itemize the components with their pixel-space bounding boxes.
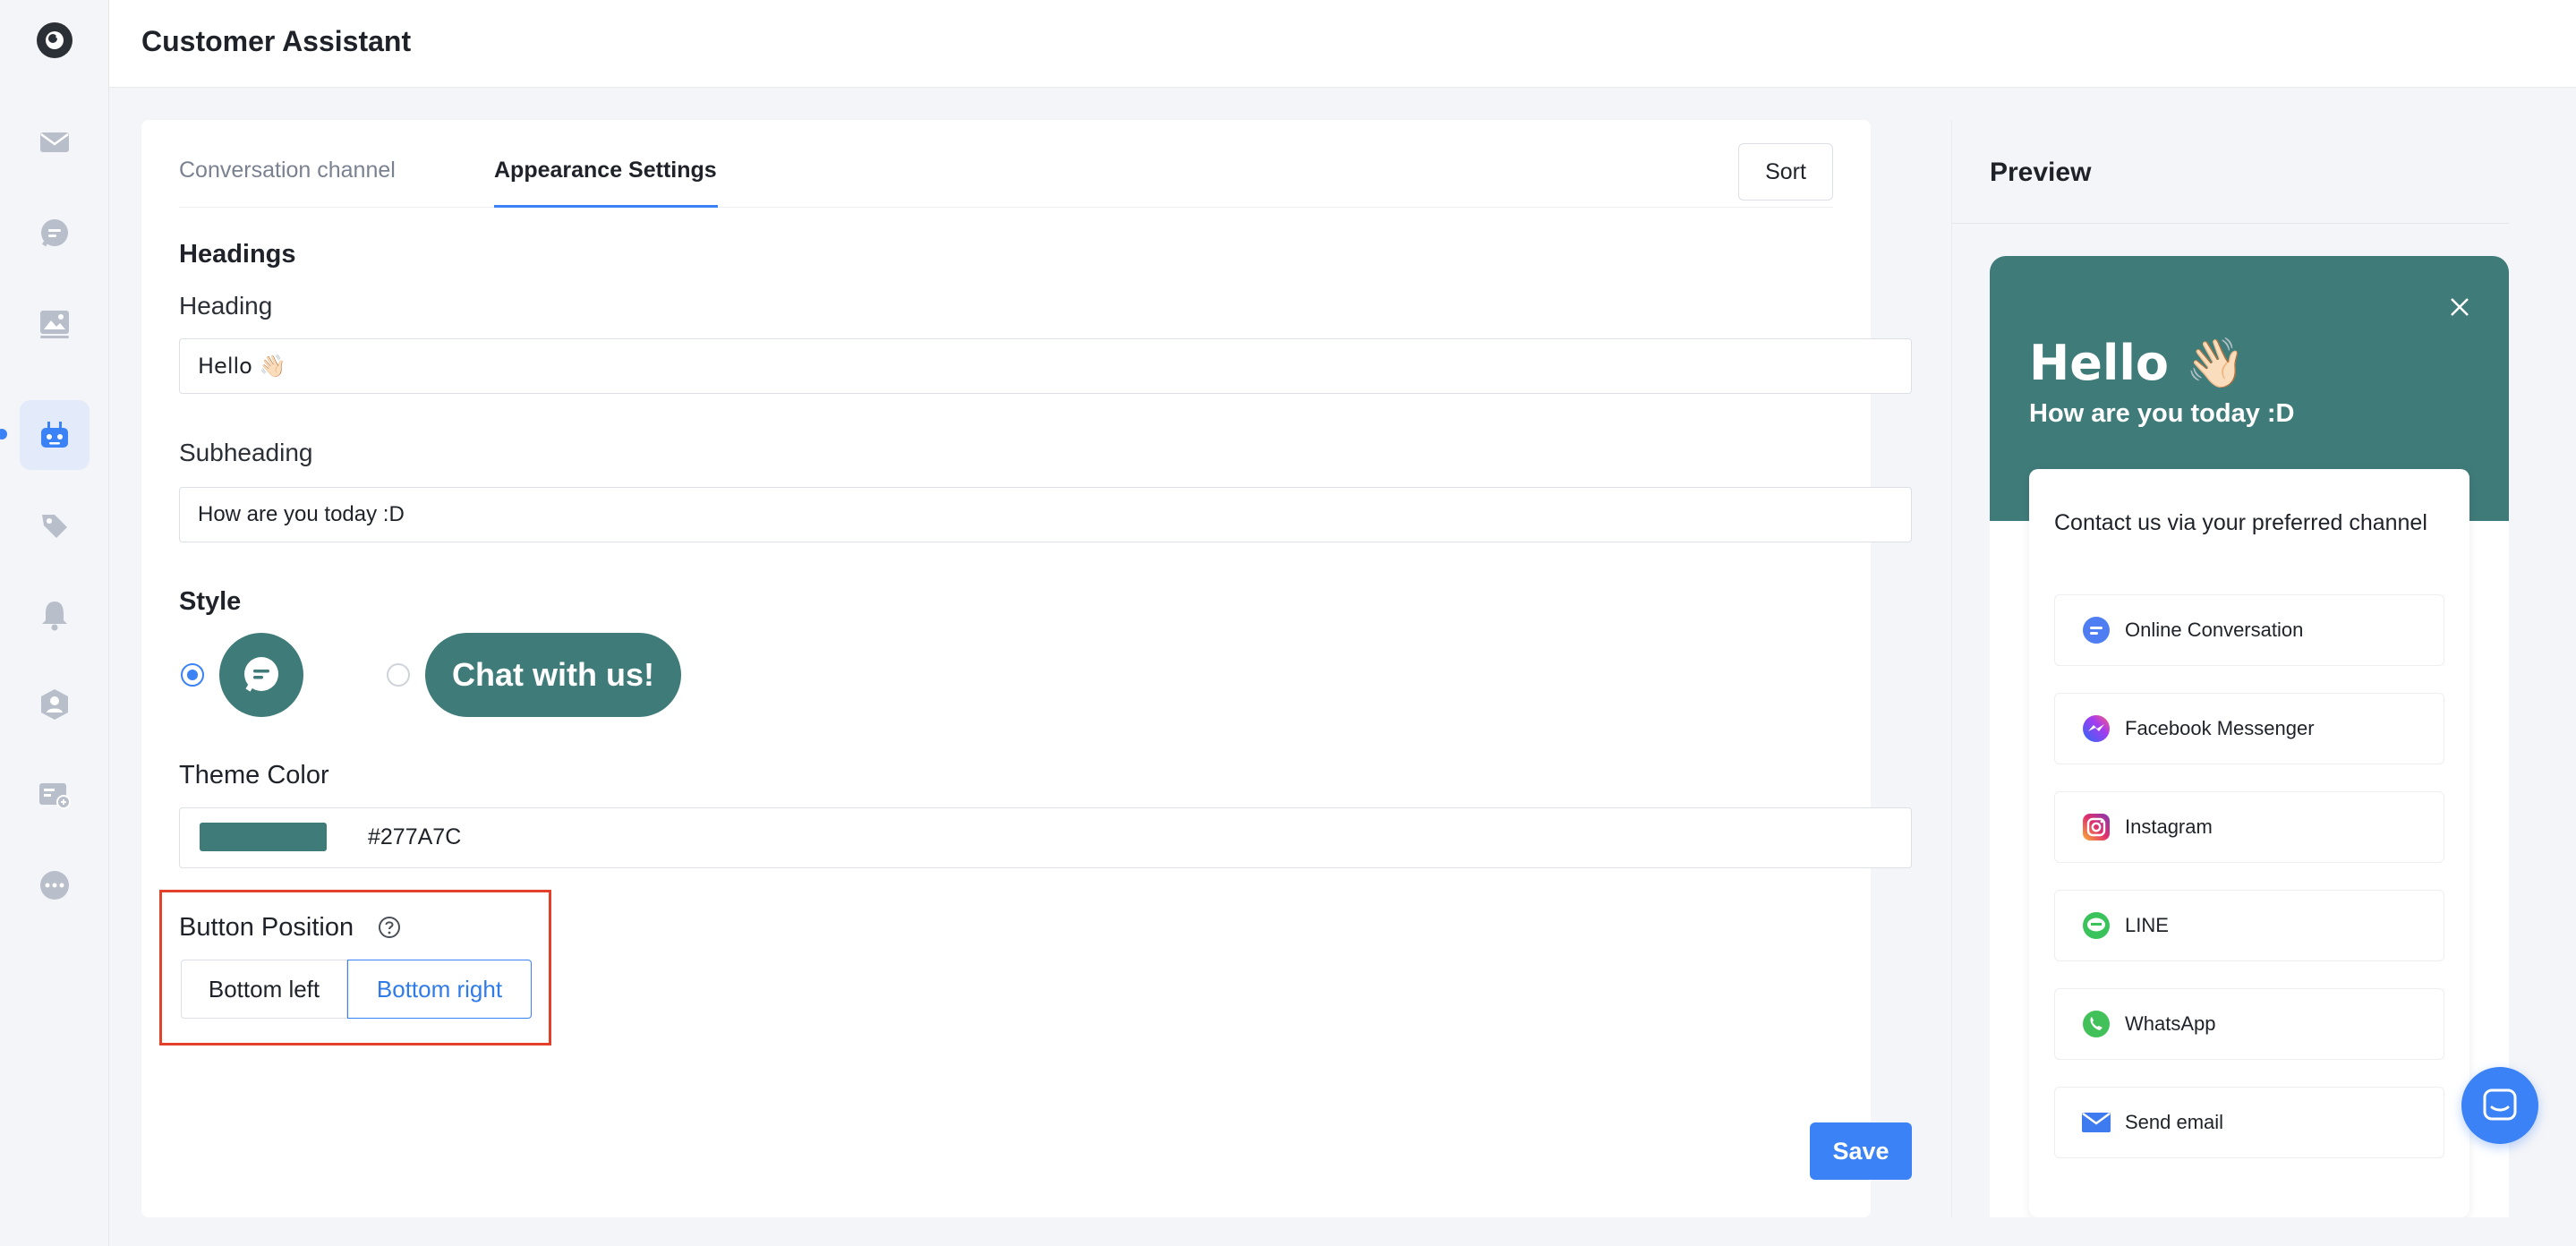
app-logo-icon[interactable] [37,22,73,58]
channel-send-email[interactable]: Send email [2054,1087,2444,1158]
preview-title: Preview [1990,158,2092,187]
channel-facebook-messenger[interactable]: Facebook Messenger [2054,693,2444,764]
messenger-icon [2080,713,2112,745]
preview-header: Preview [1952,120,2509,224]
style-round-radio[interactable] [181,663,204,687]
style-round-bubble[interactable] [219,633,303,717]
active-indicator [0,429,7,440]
instagram-icon [2080,811,2112,843]
theme-color-label: Theme Color [179,761,329,789]
bottom-left-option[interactable]: Bottom left [181,960,347,1019]
widget-subheading: How are you today :D [2029,399,2295,428]
channel-label: Send email [2125,1111,2224,1133]
style-section-title: Style [179,587,242,616]
channel-line[interactable]: LINE [2054,890,2444,961]
chat-icon[interactable] [20,199,90,269]
help-icon[interactable] [378,916,401,939]
inbox-icon[interactable] [20,107,90,177]
tab-appearance-settings[interactable]: Appearance Settings [494,158,717,183]
more-icon[interactable] [20,850,90,920]
theme-color-code: #277A7C [368,824,462,849]
channel-label: Online Conversation [2125,619,2304,641]
line-icon [2080,909,2112,942]
subheading-label: Subheading [179,439,313,466]
tag-icon[interactable] [20,491,90,560]
media-icon[interactable] [20,288,90,358]
tab-bar: Conversation channel Appearance Settings… [179,120,1833,208]
channel-card: Contact us via your preferred channel On… [2029,469,2469,1217]
channel-instagram[interactable]: Instagram [2054,791,2444,863]
theme-color-input[interactable]: #277A7C [179,807,1912,868]
top-bar: Customer Assistant [109,0,2576,88]
bottom-right-option[interactable]: Bottom right [347,960,532,1019]
team-icon[interactable] [20,670,90,739]
close-icon[interactable] [2448,295,2471,319]
button-position-group: Bottom left Bottom right [181,960,532,1019]
channel-online-conversation[interactable]: Online Conversation [2054,594,2444,666]
chat-bubble-icon [244,657,278,692]
style-pill-bubble[interactable]: Chat with us! [425,633,681,717]
messenger-launcher-icon [2483,1088,2517,1121]
sidebar [0,0,109,1246]
channel-card-title: Contact us via your preferred channel [2054,510,2427,535]
channel-label: LINE [2125,914,2169,936]
button-position-label: Button Position [179,913,354,942]
channel-label: Instagram [2125,815,2213,838]
page-title: Customer Assistant [141,25,412,57]
bell-icon[interactable] [20,580,90,650]
email-icon [2080,1106,2112,1139]
theme-color-swatch[interactable] [200,823,327,851]
active-tab-underline [494,205,718,208]
heading-input[interactable]: Hello 👋🏻 [179,338,1912,394]
save-button[interactable]: Save [1810,1122,1912,1180]
tab-conversation-channel[interactable]: Conversation channel [179,158,396,183]
channel-label: WhatsApp [2125,1012,2216,1035]
widget-heading: Hello 👋🏻 [2029,335,2246,391]
contact-card-icon[interactable] [20,759,90,829]
chat-icon [2080,614,2112,646]
heading-label: Heading [179,292,273,320]
channel-label: Facebook Messenger [2125,717,2315,739]
style-pill-radio[interactable] [387,663,410,687]
whatsapp-icon [2080,1008,2112,1040]
chat-launcher-button[interactable] [2461,1067,2538,1144]
sort-button[interactable]: Sort [1738,143,1833,201]
subheading-input[interactable]: How are you today :D [179,487,1912,542]
widget-preview: Hello 👋🏻 How are you today :D Contact us… [1990,256,2509,1217]
preview-panel: Preview Hello 👋🏻 How are you today :D Co… [1951,120,2509,1217]
headings-section-title: Headings [179,240,296,269]
bot-icon[interactable] [20,400,90,470]
channel-whatsapp[interactable]: WhatsApp [2054,988,2444,1060]
